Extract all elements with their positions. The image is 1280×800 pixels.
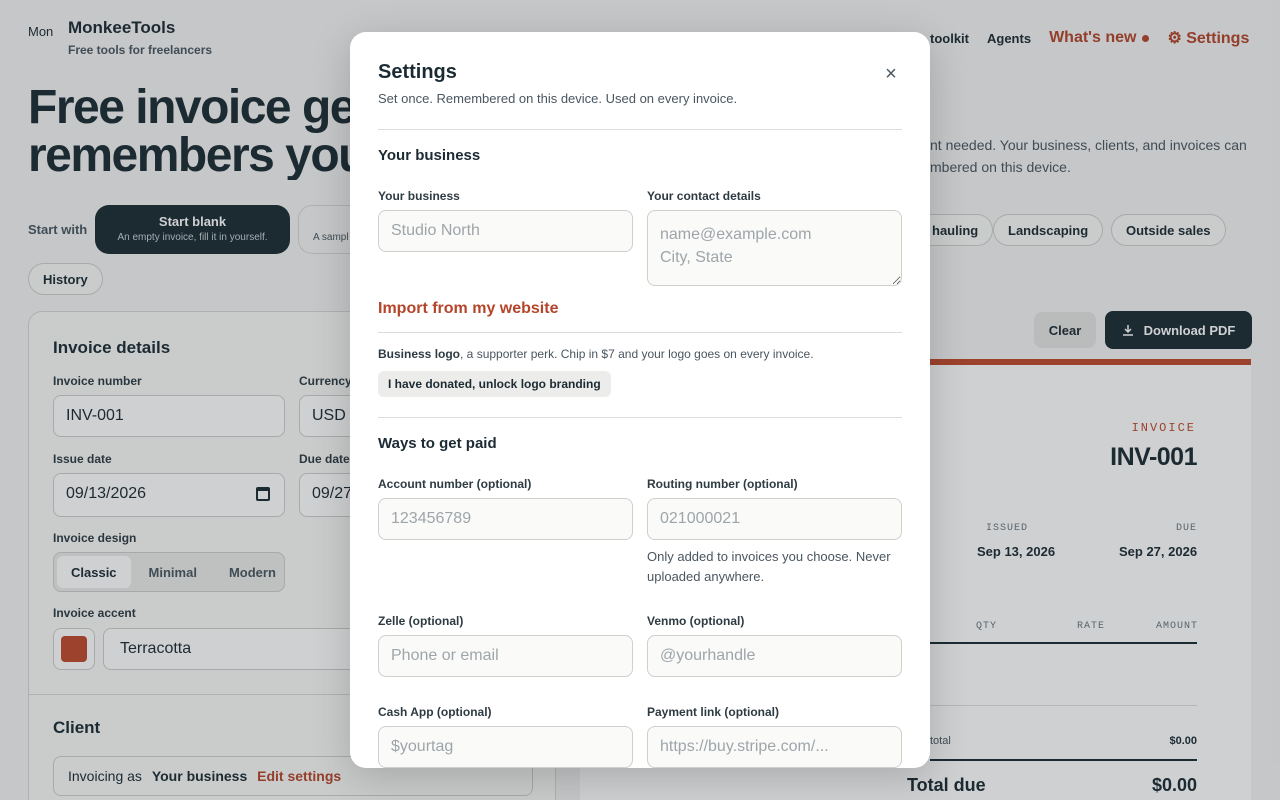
modal-divider (378, 129, 902, 130)
venmo-input[interactable] (647, 635, 902, 677)
business-logo-note: Business logo, a supporter perk. Chip in… (378, 347, 814, 361)
contact-details-label: Your contact details (647, 189, 761, 203)
contact-details-textarea[interactable] (647, 210, 902, 286)
venmo-label: Venmo (optional) (647, 614, 745, 628)
routing-number-input[interactable] (647, 498, 902, 540)
modal-divider (378, 417, 902, 418)
close-icon[interactable]: × (880, 63, 902, 85)
account-number-label: Account number (optional) (378, 477, 532, 491)
routing-help-text: Only added to invoices you choose. Never… (647, 549, 891, 584)
cash-app-input[interactable] (378, 726, 633, 768)
business-logo-description: , a supporter perk. Chip in $7 and your … (460, 347, 814, 361)
modal-divider (378, 332, 902, 333)
zelle-input[interactable] (378, 635, 633, 677)
import-from-website-link[interactable]: Import from my website (378, 300, 558, 318)
routing-number-label: Routing number (optional) (647, 477, 798, 491)
business-logo-label: Business logo (378, 347, 461, 361)
modal-title: Settings (378, 61, 457, 83)
section-ways-to-get-paid-title: Ways to get paid (378, 435, 497, 452)
settings-modal: Settings Set once. Remembered on this de… (350, 32, 930, 768)
payment-link-label: Payment link (optional) (647, 705, 780, 719)
business-name-input[interactable] (378, 210, 633, 252)
cash-app-label: Cash App (optional) (378, 705, 492, 719)
section-your-business-title: Your business (378, 147, 481, 164)
modal-subtitle: Set once. Remembered on this device. Use… (378, 91, 738, 106)
payment-link-input[interactable] (647, 726, 902, 768)
unlock-logo-button[interactable]: I have donated, unlock logo branding (378, 371, 611, 397)
account-number-input[interactable] (378, 498, 633, 540)
zelle-label: Zelle (optional) (378, 614, 464, 628)
business-name-label: Your business (378, 189, 460, 203)
